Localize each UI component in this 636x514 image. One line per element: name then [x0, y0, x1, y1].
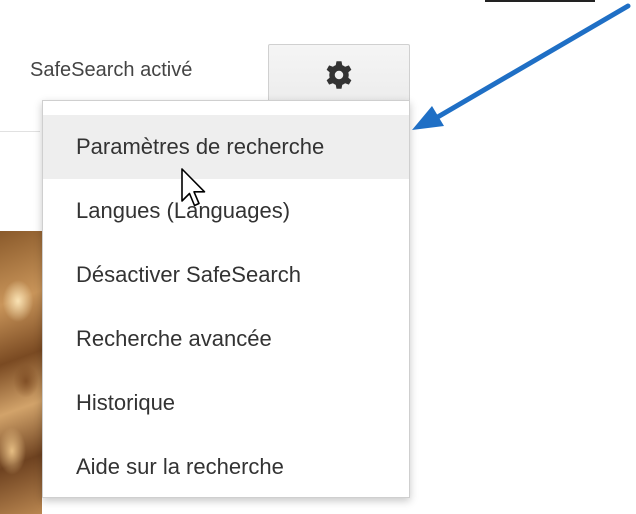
image-result-thumbnail[interactable]	[0, 231, 42, 514]
page: SafeSearch activé Paramètres de recherch…	[0, 0, 636, 514]
gear-icon	[324, 60, 354, 90]
menu-item-disable-safesearch[interactable]: Désactiver SafeSearch	[43, 243, 409, 307]
settings-dropdown-menu: Paramètres de recherche Langues (Languag…	[42, 100, 410, 498]
top-edge	[0, 0, 636, 5]
menu-item-search-help[interactable]: Aide sur la recherche	[43, 435, 409, 499]
settings-button[interactable]	[268, 44, 410, 104]
safesearch-status: SafeSearch activé	[30, 59, 193, 81]
menu-item-history[interactable]: Historique	[43, 371, 409, 435]
header-divider	[0, 131, 40, 132]
menu-item-search-settings[interactable]: Paramètres de recherche	[43, 115, 409, 179]
menu-item-languages[interactable]: Langues (Languages)	[43, 179, 409, 243]
cropped-link-underline	[485, 0, 595, 2]
menu-item-advanced-search[interactable]: Recherche avancée	[43, 307, 409, 371]
